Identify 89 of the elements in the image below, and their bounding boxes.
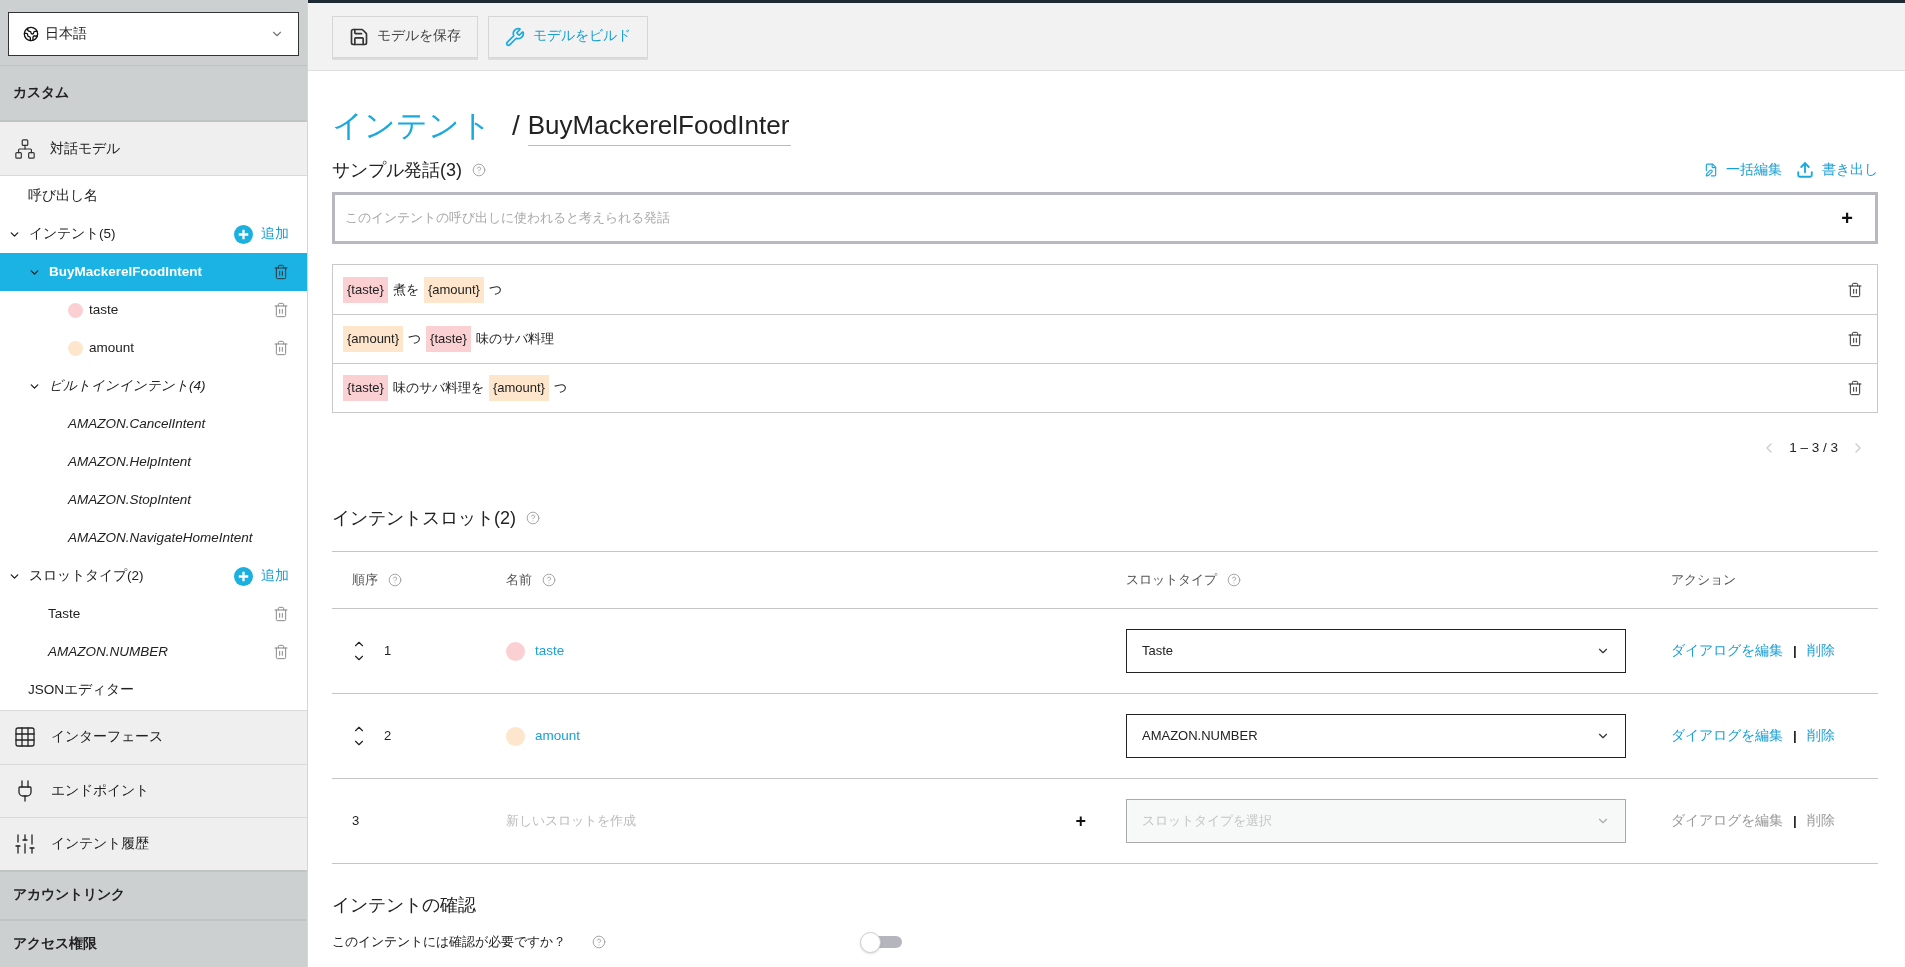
trash-icon[interactable] xyxy=(273,264,289,281)
globe-icon xyxy=(23,26,39,42)
utterance-text: 煮を xyxy=(391,280,420,299)
slot-type-select[interactable]: Taste xyxy=(1126,629,1626,673)
section-heading: サンプル発話(3) xyxy=(332,158,462,182)
tree-item[interactable]: Taste xyxy=(0,595,307,634)
section-header[interactable]: アクセス権限 xyxy=(0,918,307,967)
help-icon[interactable] xyxy=(388,573,402,587)
section-header[interactable]: アカウントリンク xyxy=(0,870,307,919)
utterance-text: 味のサバ料理を xyxy=(391,379,485,398)
tree-item[interactable]: ビルトインインテント(4) xyxy=(0,367,307,406)
link-separator: | xyxy=(1793,641,1797,660)
tree-item-label: AMAZON.NavigateHomeIntent xyxy=(68,529,254,548)
help-icon[interactable] xyxy=(472,163,486,177)
tree-item-label: BuyMackerelFoodIntent xyxy=(49,263,204,282)
nav-item[interactable]: 対話モデル xyxy=(0,122,307,177)
tree-item-label: 呼び出し名 xyxy=(28,187,99,206)
help-icon[interactable] xyxy=(526,511,540,525)
help-icon[interactable] xyxy=(1227,573,1241,587)
wrench-icon xyxy=(505,26,525,47)
tree-item[interactable]: 呼び出し名 xyxy=(0,177,307,216)
column-header: 名前 xyxy=(506,571,532,590)
help-icon[interactable] xyxy=(542,573,556,587)
column-header: スロットタイプ xyxy=(1126,571,1217,590)
order-number: 3 xyxy=(352,812,360,831)
confirmation-toggle[interactable] xyxy=(860,931,902,953)
tree-item-label: AMAZON.NUMBER xyxy=(48,643,169,662)
toggle-knob[interactable] xyxy=(860,931,881,953)
intent-name-field[interactable]: BuyMackerelFoodInter xyxy=(527,105,792,146)
tree-item[interactable]: インテント(5) 追加 xyxy=(0,215,307,254)
add-utterance-button[interactable]: + xyxy=(1841,203,1853,233)
nav-item[interactable]: インターフェース xyxy=(0,710,307,764)
add-icon[interactable] xyxy=(234,566,253,586)
nav-item[interactable]: インテント履歴 xyxy=(0,816,307,871)
language-select[interactable]: 日本語 xyxy=(8,12,299,56)
slot-tag[interactable]: {taste} xyxy=(343,375,388,401)
help-icon[interactable] xyxy=(592,935,606,949)
tree-item[interactable]: スロットタイプ(2) 追加 xyxy=(0,557,307,596)
order-number: 1 xyxy=(384,642,392,661)
network-icon xyxy=(14,137,36,160)
slot-type-select[interactable]: AMAZON.NUMBER xyxy=(1126,714,1626,758)
link-separator: | xyxy=(1793,811,1797,830)
utterance-text: つ xyxy=(407,330,423,349)
tree-item-label: AMAZON.HelpIntent xyxy=(68,453,193,472)
slot-tag[interactable]: {amount} xyxy=(488,375,549,401)
column-header: 順序 xyxy=(352,571,378,590)
edit-file-icon xyxy=(1704,163,1718,177)
tree-item[interactable]: amount xyxy=(0,329,307,368)
utterance-text: つ xyxy=(552,379,568,398)
order-number: 2 xyxy=(384,727,392,746)
slot-tag[interactable]: {taste} xyxy=(343,276,388,303)
tree-item-label: taste xyxy=(89,301,120,320)
tree-item-label: Taste xyxy=(48,605,82,624)
tree-item[interactable]: taste xyxy=(0,291,307,330)
pagination-text: 1 – 3 / 3 xyxy=(1789,438,1838,457)
trash-icon[interactable] xyxy=(1847,331,1863,347)
tree-item[interactable]: AMAZON.NUMBER xyxy=(0,633,307,672)
link-separator: | xyxy=(1793,726,1797,745)
add-slot-button[interactable]: + xyxy=(1075,807,1086,835)
add-icon[interactable] xyxy=(234,224,253,244)
tree-item-label: ビルトインインテント(4) xyxy=(49,377,207,396)
section-heading: インテントスロット(2) xyxy=(332,506,516,530)
grid-icon xyxy=(13,725,37,750)
utterance-text: 味のサバ料理 xyxy=(474,330,555,349)
tree-item-label: スロットタイプ(2) xyxy=(29,567,145,586)
tree-item[interactable]: JSONエディター xyxy=(0,671,307,710)
utterance-text: つ xyxy=(487,280,503,299)
tree-item-label: AMAZON.CancelIntent xyxy=(68,415,207,434)
tree-item[interactable]: AMAZON.CancelIntent xyxy=(0,405,307,444)
tree-item-label: インテント(5) xyxy=(29,225,117,244)
column-header: アクション xyxy=(1671,571,1736,590)
slot-tag[interactable]: {amount} xyxy=(343,326,404,352)
upload-icon xyxy=(1796,161,1814,179)
utterance-input[interactable]: このインテントの呼び出しに使われると考えられる発話 + xyxy=(332,192,1878,244)
tree-item-label: JSONエディター xyxy=(28,681,135,700)
slot-tag[interactable]: {taste} xyxy=(426,326,471,352)
save-model-button[interactable]: モデルを保存 xyxy=(332,15,478,58)
tree-item-label: amount xyxy=(89,339,136,358)
breadcrumb-separator: / xyxy=(512,109,520,143)
tree-item[interactable]: AMAZON.NavigateHomeIntent xyxy=(0,519,307,558)
confirmation-question: このインテントには確認が必要ですか？ xyxy=(332,933,567,952)
tree-item[interactable]: AMAZON.HelpIntent xyxy=(0,443,307,482)
nav-item[interactable]: エンドポイント xyxy=(0,763,307,817)
tree-item[interactable]: AMAZON.StopIntent xyxy=(0,481,307,520)
trash-icon[interactable] xyxy=(1847,380,1863,396)
trash-icon[interactable] xyxy=(1847,281,1863,298)
section-heading: インテントの確認 xyxy=(332,895,476,915)
slot-tag[interactable]: {amount} xyxy=(423,276,484,303)
tree-item-label: AMAZON.StopIntent xyxy=(68,491,193,510)
